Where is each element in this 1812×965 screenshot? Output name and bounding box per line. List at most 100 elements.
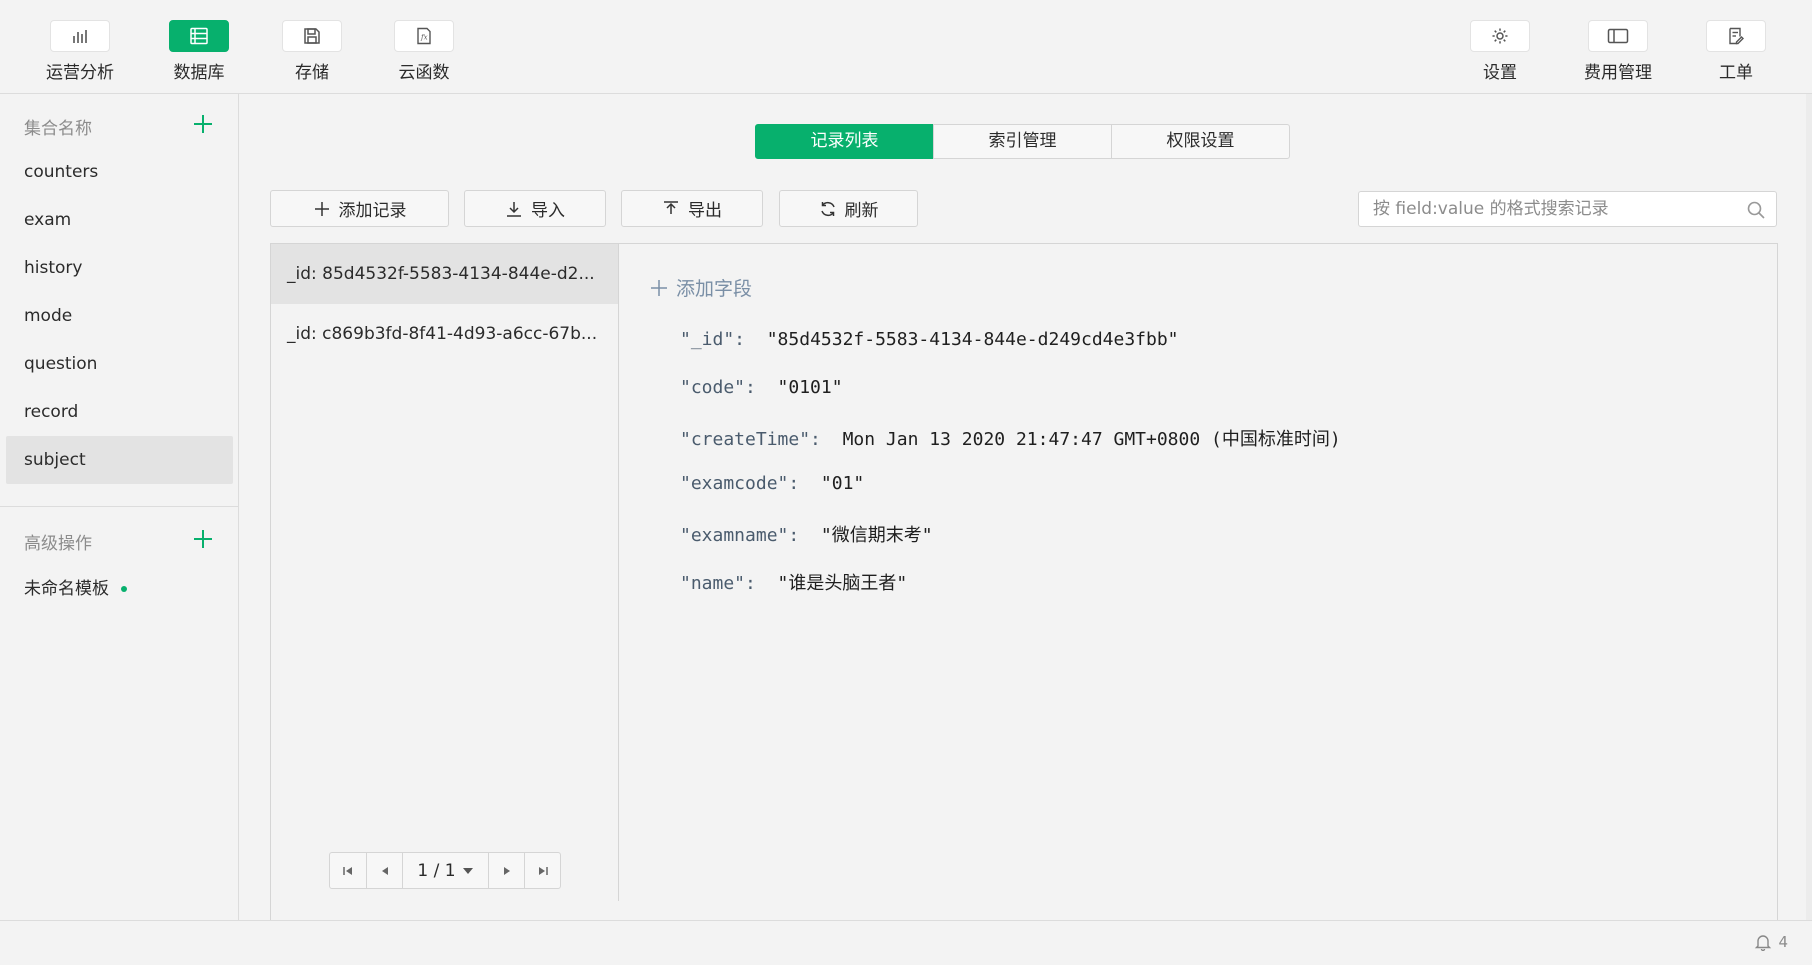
tool-label: 费用管理: [1584, 63, 1652, 83]
collection-sidebar: 集合名称 counters exam history mode question…: [0, 94, 239, 920]
field-value: "0101": [777, 377, 843, 398]
bell-icon: [1755, 935, 1772, 951]
field-value: "01": [820, 473, 865, 494]
export-label: 导出: [688, 201, 722, 221]
next-page-icon: [503, 866, 510, 875]
sidebar-divider: [0, 506, 239, 507]
add-field-label: 添加字段: [676, 278, 753, 300]
field-key: "_id":: [680, 329, 746, 350]
field-value: "85d4532f-5583-4134-844e-d249cd4e3fbb": [766, 329, 1179, 350]
prev-page-button[interactable]: [366, 853, 402, 888]
refresh-label: 刷新: [844, 201, 879, 221]
gear-icon: [1470, 20, 1530, 52]
notification-count: 4: [1778, 933, 1788, 951]
field-value: "微信期末考": [820, 525, 933, 546]
unsaved-dot-icon: [121, 586, 127, 592]
search-icon[interactable]: [1746, 200, 1766, 224]
collection-item-mode[interactable]: mode: [6, 292, 233, 340]
field-row[interactable]: "code": "0101": [680, 377, 843, 398]
field-key: "name":: [680, 573, 756, 594]
upload-icon: [664, 200, 678, 214]
page-label: 1 / 1: [417, 860, 456, 881]
view-tabs: 记录列表 索引管理 权限设置: [755, 124, 1290, 159]
search-input[interactable]: [1359, 192, 1739, 226]
tab-record-list[interactable]: 记录列表: [755, 124, 934, 159]
field-row[interactable]: "examname": "微信期末考": [680, 521, 933, 547]
tool-storage[interactable]: 存储: [262, 20, 362, 83]
field-row[interactable]: "name": "谁是头脑王者": [680, 569, 907, 595]
tool-cloud-function[interactable]: fx 云函数: [374, 20, 474, 83]
field-row[interactable]: "createTime": Mon Jan 13 2020 21:47:47 G…: [680, 425, 1341, 451]
advanced-heading: 高级操作: [24, 534, 92, 554]
collection-item-exam[interactable]: exam: [6, 196, 233, 244]
last-page-icon: [538, 866, 548, 875]
record-item[interactable]: _id: 85d4532f-5583-4134-844e-d2...: [271, 244, 618, 304]
caret-down-icon: [462, 867, 473, 874]
import-label: 导入: [531, 201, 565, 221]
next-page-button[interactable]: [488, 853, 524, 888]
field-value: Mon Jan 13 2020 21:47:47 GMT+0800 (中国标准时…: [842, 429, 1341, 450]
collection-item-record[interactable]: record: [6, 388, 233, 436]
record-detail: 添加字段 "_id": "85d4532f-5583-4134-844e-d24…: [620, 244, 1778, 901]
last-page-button[interactable]: [524, 853, 560, 888]
page-selector[interactable]: 1 / 1: [402, 853, 488, 888]
function-icon: fx: [394, 20, 454, 52]
field-key: "code":: [680, 377, 756, 398]
save-icon: [282, 20, 342, 52]
window-scrollbar[interactable]: [1806, 94, 1812, 920]
tool-label: 云函数: [398, 63, 450, 83]
add-record-button[interactable]: 添加记录: [270, 190, 449, 227]
svg-text:fx: fx: [420, 34, 428, 42]
collection-item-question[interactable]: question: [6, 340, 233, 388]
status-bar: 4: [0, 920, 1812, 965]
download-icon: [507, 201, 521, 217]
prev-page-icon: [381, 866, 388, 875]
tab-index-management[interactable]: 索引管理: [933, 124, 1112, 159]
database-icon: [169, 20, 229, 52]
main-toolbar: 运营分析 数据库 存储 fx 云函数 设置 费用管理 工单: [0, 0, 1812, 94]
field-key: "examcode":: [680, 473, 800, 494]
field-key: "createTime":: [680, 429, 821, 450]
tool-label: 运营分析: [46, 63, 114, 83]
export-button[interactable]: 导出: [621, 190, 763, 227]
first-page-icon: [343, 866, 352, 875]
first-page-button[interactable]: [330, 853, 366, 888]
field-row[interactable]: "examcode": "01": [680, 473, 864, 494]
notifications-button[interactable]: 4: [1754, 933, 1788, 951]
collection-item-history[interactable]: history: [6, 244, 233, 292]
field-value: "谁是头脑王者": [777, 573, 908, 594]
records-panel: _id: 85d4532f-5583-4134-844e-d2... _id: …: [270, 243, 1778, 920]
record-item[interactable]: _id: c869b3fd-8f41-4d93-a6cc-67b...: [271, 304, 618, 364]
plus-icon: [651, 279, 667, 296]
add-collection-icon[interactable]: [193, 114, 213, 134]
tool-database[interactable]: 数据库: [149, 20, 249, 83]
search-box: [1358, 191, 1777, 227]
tool-ticket[interactable]: 工单: [1686, 20, 1786, 83]
template-item-label: 未命名模板: [24, 579, 109, 599]
template-item[interactable]: 未命名模板: [24, 574, 127, 599]
pagination: 1 / 1: [329, 852, 561, 889]
add-template-icon[interactable]: [193, 529, 213, 549]
add-field-button[interactable]: 添加字段: [650, 274, 752, 301]
collection-item-subject[interactable]: subject: [6, 436, 233, 484]
tool-billing[interactable]: 费用管理: [1568, 20, 1668, 83]
tool-label: 数据库: [173, 63, 225, 83]
import-button[interactable]: 导入: [464, 190, 606, 227]
record-list: _id: 85d4532f-5583-4134-844e-d2... _id: …: [271, 244, 619, 901]
bar-chart-icon: [50, 20, 110, 52]
ticket-icon: [1706, 20, 1766, 52]
tool-analytics[interactable]: 运营分析: [30, 20, 130, 83]
billing-icon: [1588, 20, 1648, 52]
add-record-label: 添加记录: [338, 201, 407, 221]
refresh-icon: [820, 201, 835, 216]
field-key: "examname":: [680, 525, 800, 546]
tool-settings[interactable]: 设置: [1450, 20, 1550, 83]
tab-permission-settings[interactable]: 权限设置: [1111, 124, 1290, 159]
tool-label: 工单: [1719, 63, 1753, 83]
tool-label: 存储: [295, 63, 329, 83]
refresh-button[interactable]: 刷新: [779, 190, 918, 227]
field-row[interactable]: "_id": "85d4532f-5583-4134-844e-d249cd4e…: [680, 329, 1179, 350]
tool-label: 设置: [1483, 63, 1517, 83]
collection-item-counters[interactable]: counters: [6, 148, 233, 196]
plus-icon: [314, 201, 329, 216]
